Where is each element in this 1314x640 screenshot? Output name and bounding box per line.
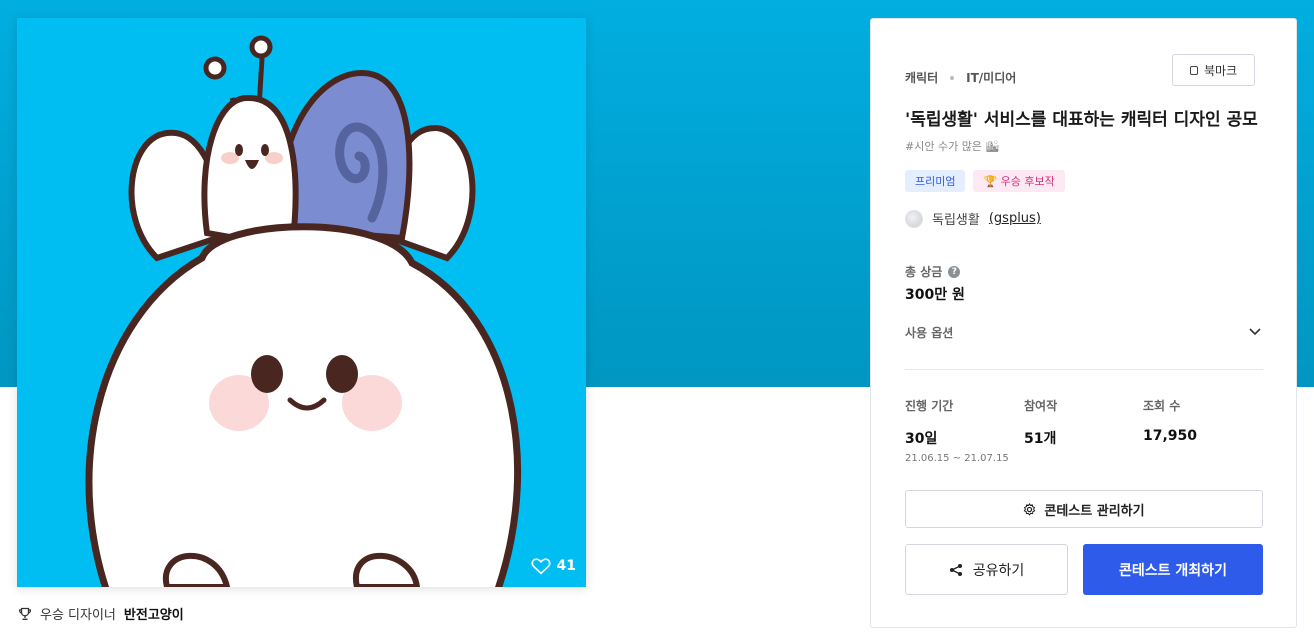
stat-period: 진행 기간 30일 21.06.15 ~ 21.07.15 (905, 397, 1009, 464)
separator-dot (950, 75, 955, 80)
host-avatar (905, 209, 923, 228)
trophy-icon (18, 607, 32, 620)
winner-designer: 우승 디자이너 반전고양이 (18, 604, 184, 623)
stat-entries: 참여작 51개 (1024, 397, 1057, 448)
usage-options-toggle[interactable]: 사용 옵션 (905, 319, 1262, 345)
entries-label: 참여작 (1024, 399, 1058, 413)
subcategory-label[interactable]: IT/미디어 (966, 69, 1016, 86)
share-icon (949, 563, 962, 576)
chevron-down-icon (1249, 328, 1261, 336)
period-dates: 21.06.15 ~ 21.07.15 (905, 453, 1009, 464)
like-button[interactable]: 41 (531, 557, 576, 575)
winner-label: 우승 디자이너 (40, 608, 116, 623)
entries-value: 51개 (1024, 431, 1057, 447)
winning-artwork[interactable]: 41 (17, 18, 586, 587)
winner-name[interactable]: 반전고양이 (124, 604, 184, 623)
contest-host: 독립생활 (gsplus) (905, 209, 1041, 228)
character-illustration (85, 35, 522, 587)
prize-value: 300만 원 (905, 287, 965, 303)
contest-title: '독립생활' 서비스를 대표하는 캐릭터 디자인 공모 (905, 110, 1258, 130)
stat-views: 조회 수 17,950 (1143, 397, 1197, 444)
options-label: 사용 옵션 (905, 325, 954, 340)
contest-hashtag: #시안 수가 많은 🏙 (905, 140, 1000, 153)
like-count: 41 (556, 558, 576, 574)
manage-contest-button[interactable]: 콘테스트 관리하기 (905, 490, 1263, 528)
manage-label: 콘테스트 관리하기 (1044, 503, 1145, 519)
premium-badge: 프리미엄 (905, 170, 966, 192)
views-value: 17,950 (1143, 428, 1198, 444)
prize-label: 총 상금 ? (905, 263, 961, 280)
host-contest-button[interactable]: 콘테스트 개최하기 (1083, 544, 1263, 595)
views-label: 조회 수 (1143, 399, 1181, 413)
bookmark-label: 북마크 (1203, 63, 1238, 78)
host-name: 독립생활 (932, 213, 980, 228)
category-label[interactable]: 캐릭터 (905, 69, 938, 86)
prize-label-text: 총 상금 (905, 265, 943, 279)
category-breadcrumb: 캐릭터 IT/미디어 (905, 69, 1016, 86)
contest-info-card: 북마크 캐릭터 IT/미디어 '독립생활' 서비스를 대표하는 캐릭터 디자인 … (870, 18, 1297, 628)
winner-candidate-badge: 🏆 우승 후보작 (973, 170, 1065, 192)
period-label: 진행 기간 (905, 399, 954, 413)
help-icon[interactable]: ? (948, 265, 961, 278)
host-id-link[interactable]: (gsplus) (989, 211, 1041, 226)
divider (905, 369, 1263, 370)
period-value: 30일 (905, 431, 938, 447)
gear-icon (1024, 502, 1036, 516)
bookmark-icon (1189, 65, 1198, 75)
share-label: 공유하기 (972, 562, 1025, 579)
contest-badges: 프리미엄 🏆 우승 후보작 (905, 170, 1065, 192)
share-button[interactable]: 공유하기 (905, 544, 1068, 595)
heart-outline-icon (531, 558, 551, 575)
bookmark-button[interactable]: 북마크 (1172, 54, 1255, 86)
